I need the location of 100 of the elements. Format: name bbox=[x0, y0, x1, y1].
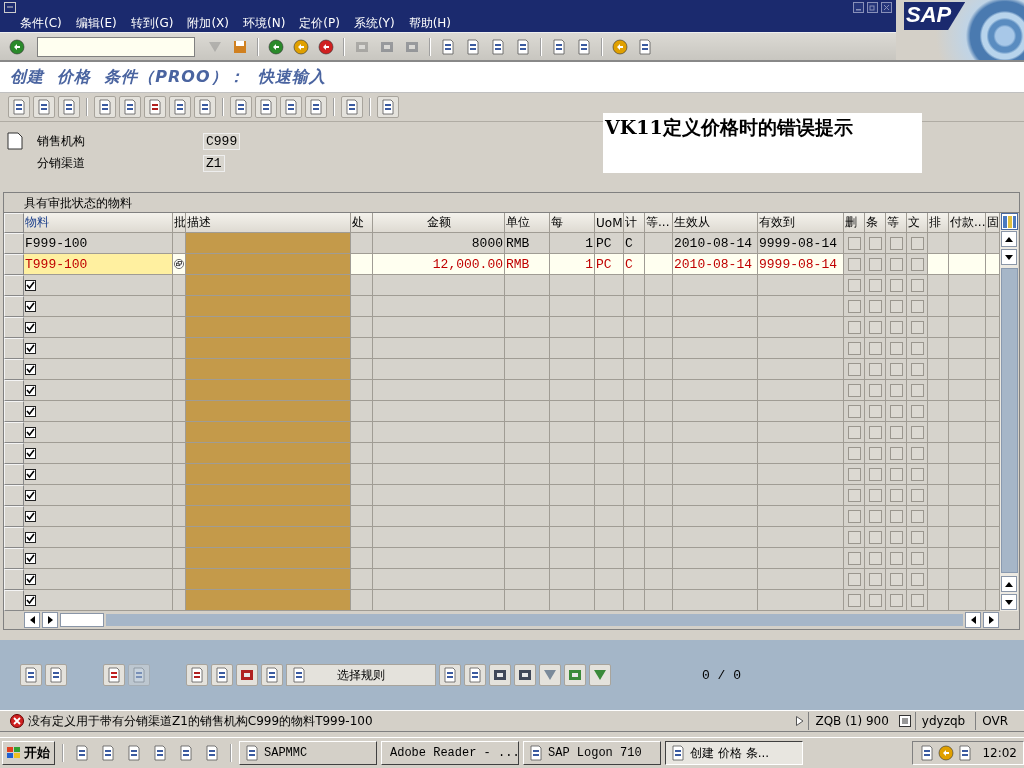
scroll-up-button[interactable] bbox=[1001, 231, 1017, 247]
restore-icon[interactable] bbox=[867, 1, 878, 13]
toolbar-button[interactable] bbox=[280, 96, 302, 118]
scroll-thumb[interactable] bbox=[60, 613, 104, 627]
column-header[interactable]: 排 bbox=[928, 213, 949, 233]
play-icon[interactable] bbox=[796, 716, 805, 726]
minimize-icon[interactable] bbox=[853, 1, 864, 13]
toolbar-button[interactable] bbox=[564, 664, 586, 686]
toolbar-button[interactable] bbox=[119, 96, 141, 118]
toolbar-button[interactable] bbox=[341, 96, 363, 118]
menu-item[interactable]: 编辑(E) bbox=[75, 14, 117, 32]
scroll-thumb[interactable] bbox=[1000, 268, 1018, 573]
column-header[interactable]: 等... bbox=[645, 213, 673, 233]
toolbar-button[interactable] bbox=[261, 664, 283, 686]
row-selector[interactable] bbox=[4, 443, 24, 464]
menu-item[interactable]: 转到(G) bbox=[130, 14, 174, 32]
column-header[interactable]: 有效到 bbox=[758, 213, 844, 233]
scroll-down-button[interactable] bbox=[1001, 249, 1017, 265]
row-selector[interactable] bbox=[4, 254, 24, 275]
toolbar-button[interactable] bbox=[255, 96, 277, 118]
popup-icon[interactable] bbox=[174, 258, 184, 270]
scroll-track[interactable] bbox=[106, 614, 963, 626]
row-selector[interactable] bbox=[4, 296, 24, 317]
task-button[interactable]: Adobe Reader - ... bbox=[381, 741, 519, 765]
column-header[interactable]: 付款... bbox=[949, 213, 986, 233]
rule-button[interactable]: 选择规则 bbox=[286, 664, 436, 686]
row-selector[interactable] bbox=[4, 380, 24, 401]
close-icon[interactable] bbox=[881, 1, 892, 13]
column-header[interactable]: 单位 bbox=[505, 213, 550, 233]
column-header[interactable]: 每 bbox=[550, 213, 595, 233]
scroll-left-button[interactable] bbox=[24, 612, 40, 628]
task-button[interactable]: 创建 价格 条... bbox=[665, 741, 803, 765]
row-selector[interactable] bbox=[4, 548, 24, 569]
row-selector[interactable] bbox=[4, 317, 24, 338]
column-header[interactable]: 固 bbox=[986, 213, 1000, 233]
row-selector[interactable] bbox=[4, 338, 24, 359]
toolbar-button[interactable] bbox=[144, 96, 166, 118]
column-settings-icon[interactable] bbox=[1000, 213, 1018, 230]
column-header[interactable]: 金额 bbox=[373, 213, 505, 233]
toolbar-button[interactable] bbox=[103, 664, 125, 686]
row-selector[interactable] bbox=[4, 359, 24, 380]
select-all-corner[interactable] bbox=[4, 213, 24, 233]
command-field[interactable] bbox=[37, 36, 195, 57]
toolbar-button[interactable] bbox=[33, 96, 55, 118]
toolbar-button[interactable] bbox=[489, 664, 511, 686]
document-icon[interactable] bbox=[7, 132, 23, 150]
task-button[interactable]: SAPMMC bbox=[239, 741, 377, 765]
toolbar-button[interactable] bbox=[58, 96, 80, 118]
toolbar-button[interactable] bbox=[464, 664, 486, 686]
start-button[interactable]: 开始 bbox=[2, 741, 55, 765]
menu-item[interactable]: 环境(N) bbox=[242, 14, 286, 32]
scroll-right-button[interactable] bbox=[42, 612, 58, 628]
column-header[interactable]: 生效从 bbox=[673, 213, 758, 233]
column-header[interactable]: UoM bbox=[595, 213, 624, 233]
column-header[interactable]: 处 bbox=[351, 213, 373, 233]
vertical-scrollbar[interactable] bbox=[1000, 213, 1018, 611]
menu-item[interactable]: 帮助(H) bbox=[408, 14, 451, 32]
toolbar-button[interactable] bbox=[169, 96, 191, 118]
row-selector[interactable] bbox=[4, 569, 24, 590]
row-selector[interactable] bbox=[4, 506, 24, 527]
toolbar-button[interactable] bbox=[305, 96, 327, 118]
toolbar-button[interactable] bbox=[20, 664, 42, 686]
toolbar-button[interactable] bbox=[589, 664, 611, 686]
task-button[interactable]: SAP Logon 710 bbox=[523, 741, 661, 765]
toolbar-button[interactable] bbox=[194, 96, 216, 118]
toolbar-button[interactable] bbox=[45, 664, 67, 686]
toolbar-button[interactable] bbox=[236, 664, 258, 686]
menu-item[interactable]: 系统(Y) bbox=[353, 14, 395, 32]
horizontal-scrollbar[interactable] bbox=[4, 611, 1019, 630]
toolbar-button[interactable] bbox=[8, 96, 30, 118]
column-header[interactable]: 计 bbox=[624, 213, 645, 233]
column-header[interactable]: 批 bbox=[173, 213, 186, 233]
menu-item[interactable]: 定价(P) bbox=[299, 14, 340, 32]
column-header[interactable]: 物料 bbox=[24, 213, 173, 233]
column-header[interactable]: 条 bbox=[865, 213, 886, 233]
menu-item[interactable]: 附加(X) bbox=[187, 14, 229, 32]
scroll-down-button[interactable] bbox=[1001, 594, 1017, 610]
row-selector[interactable] bbox=[4, 275, 24, 296]
toolbar-button[interactable] bbox=[439, 664, 461, 686]
column-header[interactable]: 等 bbox=[886, 213, 907, 233]
toolbar-button[interactable] bbox=[211, 664, 233, 686]
column-header[interactable]: 描述 bbox=[186, 213, 351, 233]
scroll-left-button[interactable] bbox=[965, 612, 981, 628]
column-header[interactable]: 文 bbox=[907, 213, 928, 233]
toolbar-button[interactable] bbox=[186, 664, 208, 686]
row-selector[interactable] bbox=[4, 464, 24, 485]
scroll-right-button[interactable] bbox=[983, 612, 999, 628]
row-selector[interactable] bbox=[4, 527, 24, 548]
toolbar-button[interactable] bbox=[377, 96, 399, 118]
row-selector[interactable] bbox=[4, 485, 24, 506]
row-selector[interactable] bbox=[4, 401, 24, 422]
list-icon[interactable] bbox=[898, 715, 911, 727]
menu-item[interactable]: 条件(C) bbox=[20, 14, 62, 32]
row-selector[interactable] bbox=[4, 422, 24, 443]
column-header[interactable]: 删 bbox=[844, 213, 865, 233]
row-selector[interactable] bbox=[4, 233, 24, 254]
toolbar-button[interactable] bbox=[514, 664, 536, 686]
toolbar-button[interactable] bbox=[94, 96, 116, 118]
toolbar-button[interactable] bbox=[230, 96, 252, 118]
scroll-up-button[interactable] bbox=[1001, 576, 1017, 592]
